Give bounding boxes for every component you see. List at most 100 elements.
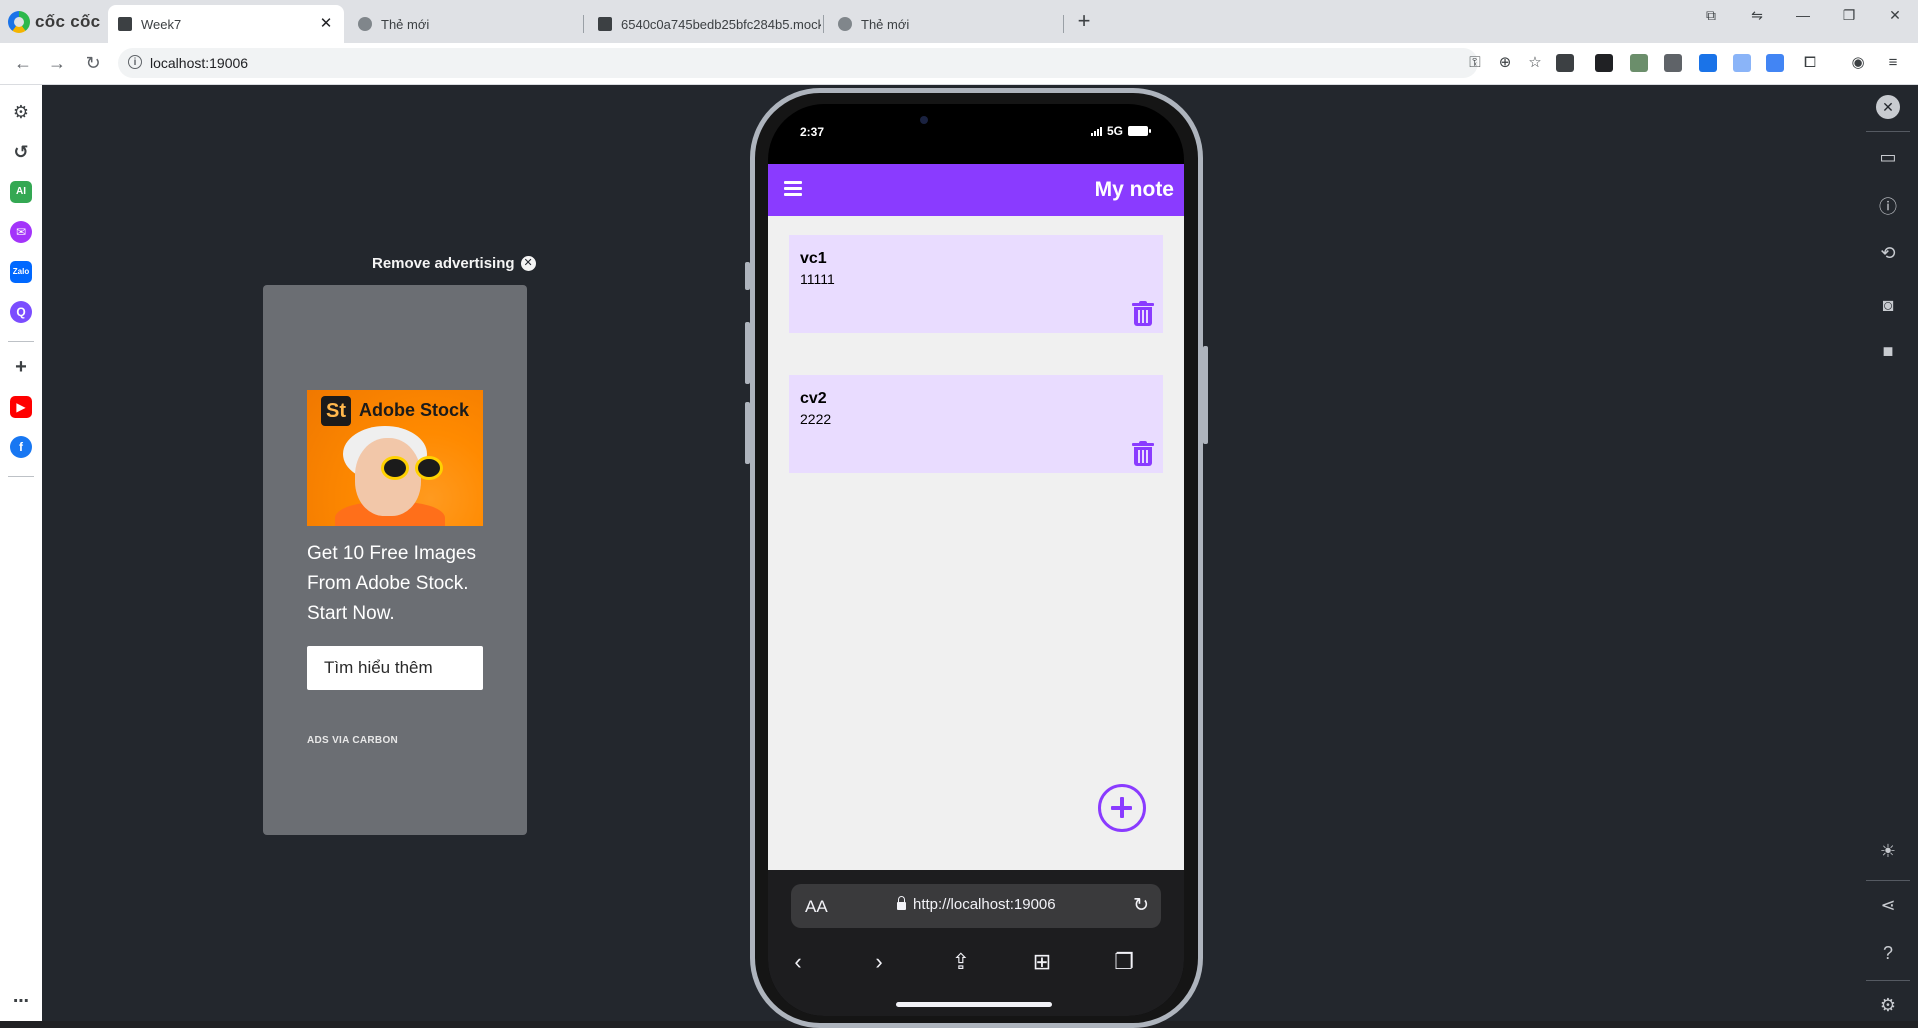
messenger-icon[interactable]: ✉ — [10, 221, 32, 243]
camera-icon[interactable]: ◙ — [1876, 293, 1900, 317]
extension-icon[interactable] — [1630, 54, 1648, 72]
trash-icon-lid — [1132, 443, 1154, 446]
toolbar-divider — [1866, 980, 1910, 981]
tab-mockapi[interactable]: 6540c0a745bedb25bfc284b5.mockap — [588, 5, 824, 43]
menu-icon[interactable]: ≡ — [1883, 53, 1903, 73]
sunglasses-icon — [381, 456, 447, 480]
learn-more-button[interactable]: Tìm hiểu thêm — [307, 646, 483, 690]
video-icon[interactable]: ■ — [1876, 339, 1900, 363]
profile-icon[interactable]: ◉ — [1848, 53, 1868, 73]
extension-icon[interactable] — [1733, 54, 1751, 72]
ai-icon[interactable]: AI — [10, 181, 32, 203]
tab-week7[interactable]: Week7 ✕ — [108, 5, 344, 43]
sidebar-divider — [8, 341, 34, 342]
close-tab-icon[interactable]: ✕ — [316, 14, 336, 34]
note-title: cv2 — [800, 390, 827, 407]
right-toolbar: ✕ ▭ ⓘ ⟲ ◙ ■ ☀ ⋖ ? ⚙ — [1856, 85, 1918, 1021]
battery-icon — [1128, 126, 1151, 136]
facebook-icon[interactable]: f — [10, 436, 32, 458]
note-card[interactable]: vc1 11111 — [789, 235, 1163, 333]
tab-new-1[interactable]: Thẻ mới — [348, 5, 584, 43]
close-window-button[interactable]: ✕ — [1872, 0, 1918, 30]
info-icon[interactable]: ⓘ — [1876, 195, 1900, 219]
extension-icon[interactable] — [1664, 54, 1682, 72]
rotate-icon[interactable]: ⟲ — [1876, 241, 1900, 265]
phone-power-button — [1203, 346, 1208, 444]
extension-icon[interactable] — [1699, 54, 1717, 72]
ad-card: St Adobe Stock Get 10 Free Images From A… — [263, 285, 527, 835]
zoom-icon[interactable]: ⊕ — [1495, 53, 1515, 73]
app-title: My note — [1094, 178, 1174, 201]
history-icon[interactable]: ↺ — [10, 141, 32, 163]
status-indicators: 5G — [1090, 124, 1151, 138]
tabs-icon[interactable]: ❐ — [1110, 948, 1138, 976]
help-icon[interactable]: ? — [1876, 941, 1900, 965]
note-card[interactable]: cv2 2222 — [789, 375, 1163, 473]
more-icon[interactable]: ⋯ — [10, 991, 32, 1013]
trash-icon[interactable] — [1132, 301, 1154, 327]
forward-icon[interactable]: › — [865, 948, 893, 976]
site-info-icon[interactable]: i — [128, 55, 142, 69]
tab-title: Thẻ mới — [381, 16, 430, 32]
remove-advertising[interactable]: Remove advertising ✕ — [372, 255, 536, 272]
new-tab-button[interactable]: + — [1072, 9, 1096, 33]
youtube-icon[interactable]: ▶ — [10, 396, 32, 418]
screenshot-icon[interactable]: ⧉ — [1688, 0, 1734, 30]
brightness-icon[interactable]: ☀ — [1876, 839, 1900, 863]
star-icon[interactable]: ☆ — [1525, 53, 1545, 73]
bookmarks-icon[interactable]: ⊞ — [1028, 948, 1056, 976]
tab-title: Week7 — [141, 16, 182, 32]
adobe-stock-brand: Adobe Stock — [359, 400, 470, 420]
tab-favicon-icon — [838, 17, 852, 31]
toolbar: ← → ↻ i localhost:19006 ⚿ ⊕ ☆ ⧠ ◉ ≡ — [0, 43, 1918, 85]
extensions-puzzle-icon[interactable]: ⧠ — [1800, 53, 1820, 73]
add-note-button[interactable] — [1098, 784, 1146, 832]
reload-icon[interactable]: ↻ — [1133, 894, 1149, 917]
text-size-button[interactable]: AA — [805, 897, 828, 917]
left-sidebar: ⚙ ↺ AI ✉ Zalo Q + ▶ f ⋯ — [0, 85, 42, 1021]
camera-dot-icon — [920, 116, 928, 124]
back-icon[interactable]: ‹ — [784, 948, 812, 976]
sidebar-divider — [8, 476, 34, 477]
note-content: 11111 — [800, 271, 835, 287]
restore-button[interactable]: ❐ — [1826, 0, 1872, 30]
tab-separator — [583, 15, 584, 33]
phone-notch — [902, 104, 1054, 138]
shield-extension-icon[interactable] — [1556, 54, 1574, 72]
key-icon[interactable]: ⚿ — [1465, 53, 1485, 73]
close-preview-icon[interactable]: ✕ — [1876, 95, 1900, 119]
device-icon[interactable]: ▭ — [1876, 145, 1900, 169]
add-icon[interactable]: + — [10, 356, 32, 378]
back-icon[interactable]: ← — [10, 50, 36, 76]
forward-icon[interactable]: → — [44, 50, 70, 76]
settings-icon[interactable]: ⚙ — [1876, 993, 1900, 1017]
browser-brand-label: cốc cốc — [35, 12, 101, 31]
minimize-button[interactable]: — — [1780, 0, 1826, 30]
signal-icon — [1090, 126, 1102, 136]
address-bar[interactable]: i localhost:19006 — [118, 48, 1478, 78]
close-circle-icon[interactable]: ✕ — [520, 256, 536, 271]
hamburger-menu-icon[interactable] — [784, 181, 802, 196]
ad-text[interactable]: Get 10 Free Images From Adobe Stock. Sta… — [307, 539, 497, 629]
tab-bar: cốc cốc Week7 ✕ Thẻ mới 6540c0a745bedb25… — [0, 0, 1918, 43]
address-url[interactable]: localhost:19006 — [150, 55, 248, 71]
toolbar-divider — [1866, 880, 1910, 881]
tab-new-2[interactable]: Thẻ mới — [828, 5, 1064, 43]
extension-icon[interactable] — [1595, 54, 1613, 72]
settings-icon[interactable]: ⚙ — [10, 101, 32, 123]
ad-image[interactable]: St Adobe Stock — [307, 390, 483, 526]
safari-address-bar[interactable]: AA http://localhost:19006 ↻ — [791, 884, 1161, 928]
share-icon[interactable]: ⇪ — [947, 948, 975, 976]
tab-search-icon[interactable]: ⇋ — [1734, 0, 1780, 30]
trash-icon[interactable] — [1132, 441, 1154, 467]
trash-icon-can — [1134, 307, 1152, 326]
ads-via-carbon[interactable]: ADS VIA CARBON — [307, 735, 398, 746]
browser-brand[interactable]: cốc cốc — [8, 9, 100, 35]
search-q-icon[interactable]: Q — [10, 301, 32, 323]
zalo-icon[interactable]: Zalo — [10, 261, 32, 283]
reload-icon[interactable]: ↻ — [80, 50, 106, 76]
share-icon[interactable]: ⋖ — [1876, 893, 1900, 917]
coccoc-logo-icon — [8, 11, 30, 33]
translate-extension-icon[interactable] — [1766, 54, 1784, 72]
safari-url[interactable]: http://localhost:19006 — [913, 896, 1056, 913]
